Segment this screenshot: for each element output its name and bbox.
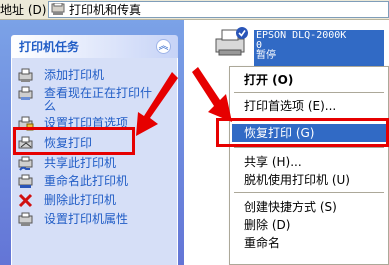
- menu-item-delete[interactable]: 删除 (D): [232, 216, 386, 234]
- printer-name-label[interactable]: EPSON DLQ-2000K 0 暂停: [254, 30, 384, 70]
- task-panel-header[interactable]: 打印机任务 ︽: [11, 35, 178, 58]
- menu-item-sharing[interactable]: 共享 (H)...: [232, 153, 386, 171]
- task-label-wrap: 么: [44, 99, 57, 113]
- menu-separator: [234, 147, 384, 148]
- printer-status: 暂停: [256, 50, 276, 61]
- task-label: 添加打印机: [44, 68, 105, 82]
- red-arrow-icon: [136, 72, 178, 136]
- address-bar: 地址 (D) 打印机和传真: [0, 0, 389, 20]
- printer-folder-icon: [51, 3, 65, 15]
- task-panel-title: 打印机任务: [19, 40, 80, 54]
- delete-x-icon: [18, 193, 33, 208]
- menu-item-preferences[interactable]: 打印首选项 (E)...: [232, 97, 386, 115]
- queue-icon: [18, 86, 33, 100]
- task-label: 删除此打印机: [44, 193, 117, 207]
- menu-item-open[interactable]: 打开 (O): [232, 71, 386, 89]
- address-path: 打印机和传真: [69, 3, 142, 17]
- context-menu: 打开 (O) 打印首选项 (E)... 恢复打印 (G) 共享 (H)... 脱…: [229, 66, 389, 265]
- menu-item-create-shortcut[interactable]: 创建快捷方式 (S): [232, 198, 386, 216]
- menu-item-use-offline[interactable]: 脱机使用打印机 (U): [232, 171, 386, 189]
- properties-icon: [18, 212, 33, 226]
- red-arrow-icon: [192, 67, 232, 122]
- printer-name-line1: EPSON DLQ-2000K: [256, 30, 347, 41]
- printer-icon[interactable]: [214, 26, 250, 60]
- task-label: 共享此打印机: [44, 156, 117, 170]
- menu-separator: [234, 192, 384, 193]
- task-label: 设置打印机属性: [44, 212, 129, 226]
- menu-item-rename[interactable]: 重命名: [232, 234, 386, 252]
- address-label: 地址 (D): [0, 3, 47, 17]
- collapse-chevron-icon[interactable]: ︽: [156, 39, 171, 54]
- share-printer-icon: [18, 156, 33, 171]
- highlight-box-resume-task: [13, 127, 135, 155]
- rename-printer-icon: [18, 174, 33, 188]
- add-printer-icon: [18, 68, 33, 82]
- menu-separator: [234, 92, 384, 93]
- highlight-box-resume-menu: [216, 118, 389, 147]
- task-label: 重命名此打印机: [44, 174, 129, 188]
- address-input[interactable]: 打印机和传真: [48, 1, 389, 18]
